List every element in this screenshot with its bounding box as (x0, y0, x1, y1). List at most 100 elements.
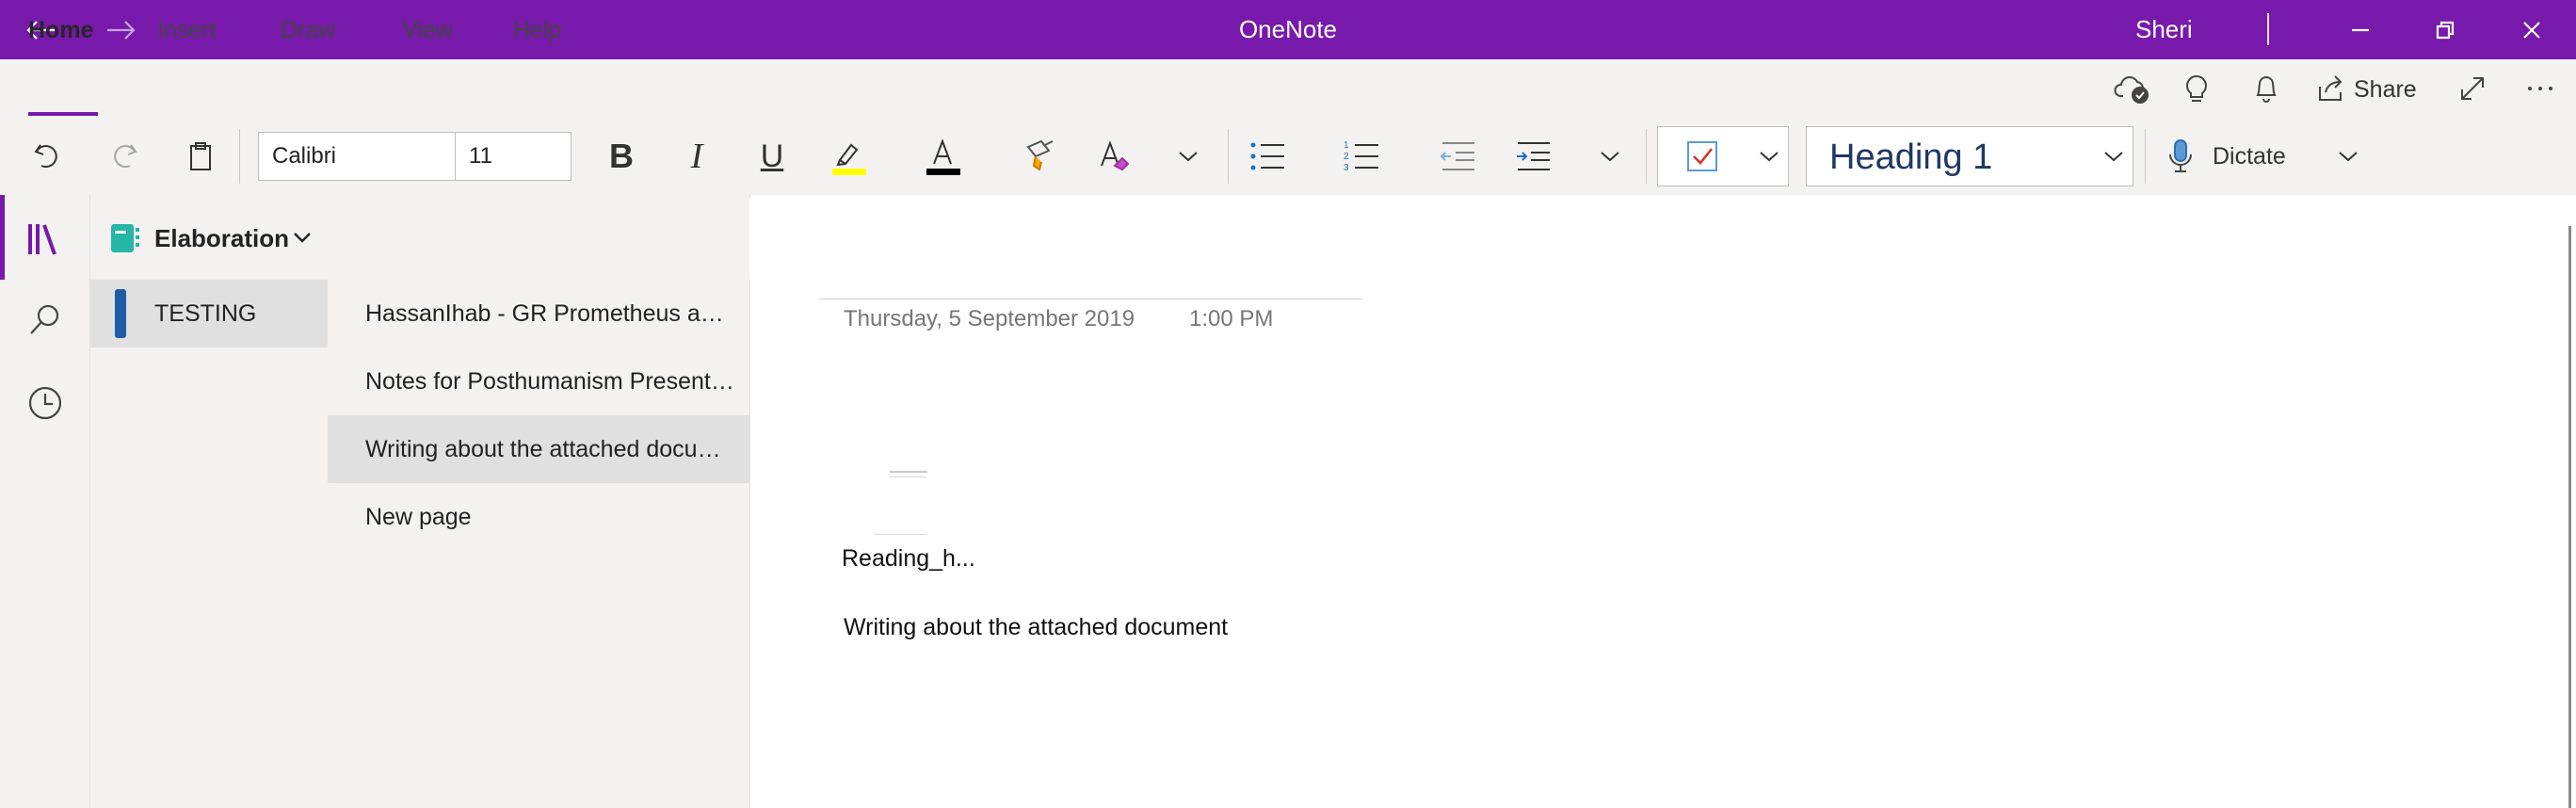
attachment-thumbnail[interactable] (890, 471, 927, 473)
more-options-button[interactable] (2520, 59, 2561, 118)
share-label[interactable]: Share (2354, 59, 2417, 118)
increase-indent-button[interactable] (1512, 118, 1554, 195)
clear-formatting-icon (1101, 140, 1130, 171)
tab-view[interactable]: View (402, 0, 453, 58)
title-separator (2267, 13, 2269, 45)
toolbar-divider (1646, 129, 1647, 184)
style-picker[interactable]: Heading 1 (1806, 126, 2133, 186)
cloud-check-icon (2114, 76, 2149, 104)
page-title: Writing about the attached document (365, 436, 736, 462)
redo-icon (114, 144, 137, 169)
restore-button[interactable] (2420, 0, 2471, 59)
font-color-icon (926, 138, 960, 175)
recent-notes-nav-button[interactable] (0, 365, 89, 441)
italic-icon: I (690, 137, 703, 176)
restore-icon (2436, 21, 2455, 39)
bell-icon (2256, 76, 2277, 103)
user-name[interactable]: Sheri (2135, 0, 2193, 59)
close-button[interactable] (2506, 0, 2557, 59)
notebook-name[interactable]: Elaboration (154, 195, 289, 280)
tab-draw[interactable]: Draw (281, 0, 335, 58)
page-title: New page (365, 504, 472, 530)
paste-button[interactable] (179, 118, 222, 195)
notebook-dropdown[interactable] (292, 228, 313, 251)
ideas-button[interactable] (2173, 59, 2220, 118)
increase-indent-icon (1517, 142, 1550, 170)
bulleted-list-icon (1250, 142, 1284, 170)
page-item-selected[interactable]: Writing about the attached document (328, 415, 749, 483)
decrease-indent-button[interactable] (1437, 118, 1478, 195)
lightbulb-icon (2186, 75, 2207, 102)
notebook-icon (109, 222, 141, 259)
tab-help[interactable]: Help (513, 0, 561, 58)
canvas-scrollbar[interactable] (2568, 226, 2571, 808)
close-icon (2523, 21, 2540, 39)
format-painter-button[interactable] (1017, 118, 1062, 195)
share-button[interactable] (2312, 59, 2350, 118)
dictate-label[interactable]: Dictate (2213, 118, 2286, 195)
bold-icon: B (609, 137, 634, 175)
chevron-down-icon (2339, 152, 2358, 162)
search-nav-button[interactable] (0, 283, 89, 358)
clipboard-icon (190, 142, 211, 170)
dictate-dropdown[interactable] (2329, 118, 2367, 195)
page-item[interactable]: New page (328, 483, 749, 551)
clear-formatting-button[interactable] (1092, 118, 1137, 195)
italic-button[interactable]: I (674, 118, 719, 195)
notebooks-nav-button[interactable] (0, 202, 89, 277)
section-label[interactable]: TESTING (154, 280, 256, 347)
bullets-button[interactable] (1247, 118, 1288, 195)
highlight-button[interactable] (823, 118, 872, 195)
todo-tag-button[interactable] (1682, 118, 1723, 195)
undo-button[interactable] (26, 118, 70, 195)
clock-icon (28, 386, 61, 420)
page-item[interactable]: Notes for Posthumanism Presentation (328, 347, 749, 415)
font-size-input[interactable]: 11 (455, 132, 572, 181)
chevron-down-icon (1179, 152, 1198, 162)
notebooks-icon (27, 224, 56, 255)
full-screen-button[interactable] (2452, 59, 2493, 118)
tab-insert[interactable]: Insert (157, 0, 217, 58)
forward-button[interactable] (98, 0, 145, 59)
attachment-thumbnail-edge (874, 534, 926, 535)
numbered-list-icon: 1 2 3 (1344, 140, 1378, 173)
font-color-button[interactable] (919, 118, 968, 195)
note-body-text[interactable]: Writing about the attached document (844, 610, 1228, 644)
minimize-button[interactable] (2335, 0, 2386, 59)
tab-home[interactable]: Home (28, 0, 93, 58)
bold-button[interactable]: B (599, 118, 644, 195)
tag-dropdown[interactable] (1753, 118, 1785, 195)
expand-icon (2461, 77, 2484, 100)
svg-text:2: 2 (1344, 152, 1349, 162)
page-title: Notes for Posthumanism Presentation (365, 368, 736, 395)
page-date: Thursday, 5 September 2019 (844, 306, 1135, 331)
font-name-input[interactable]: Calibri (258, 132, 456, 181)
chevron-down-icon (1760, 152, 1779, 162)
notifications-button[interactable] (2243, 59, 2290, 118)
text-format-more-dropdown[interactable] (1169, 118, 1207, 195)
style-dropdown[interactable] (2098, 118, 2130, 195)
decrease-indent-icon (1440, 142, 1474, 170)
svg-text:3: 3 (1344, 163, 1349, 173)
forward-arrow-icon (107, 20, 136, 40)
paragraph-more-dropdown[interactable] (1591, 118, 1629, 195)
paintbrush-icon (1026, 139, 1054, 171)
numbering-button[interactable]: 1 2 3 (1341, 118, 1382, 195)
attachment-filename[interactable]: Reading_h... (842, 541, 975, 575)
underline-button[interactable]: U (749, 118, 795, 195)
redo-button[interactable] (102, 118, 145, 195)
page-item[interactable]: HassanIhab - GR Prometheus and Frankenst… (328, 280, 749, 347)
page-canvas[interactable] (750, 195, 2576, 808)
dictate-button[interactable] (2162, 118, 2199, 195)
more-icon (2528, 87, 2552, 90)
toolbar-divider (239, 129, 240, 184)
todo-checkbox-icon (1687, 141, 1717, 171)
chevron-down-icon (1601, 152, 1619, 162)
style-label: Heading 1 (1829, 137, 1993, 177)
search-icon (29, 304, 58, 334)
share-icon (2319, 75, 2343, 101)
sync-status-button[interactable] (2109, 59, 2156, 118)
microphone-icon (2169, 139, 2192, 172)
chevron-down-icon (2104, 152, 2123, 162)
highlighter-icon (832, 143, 866, 175)
